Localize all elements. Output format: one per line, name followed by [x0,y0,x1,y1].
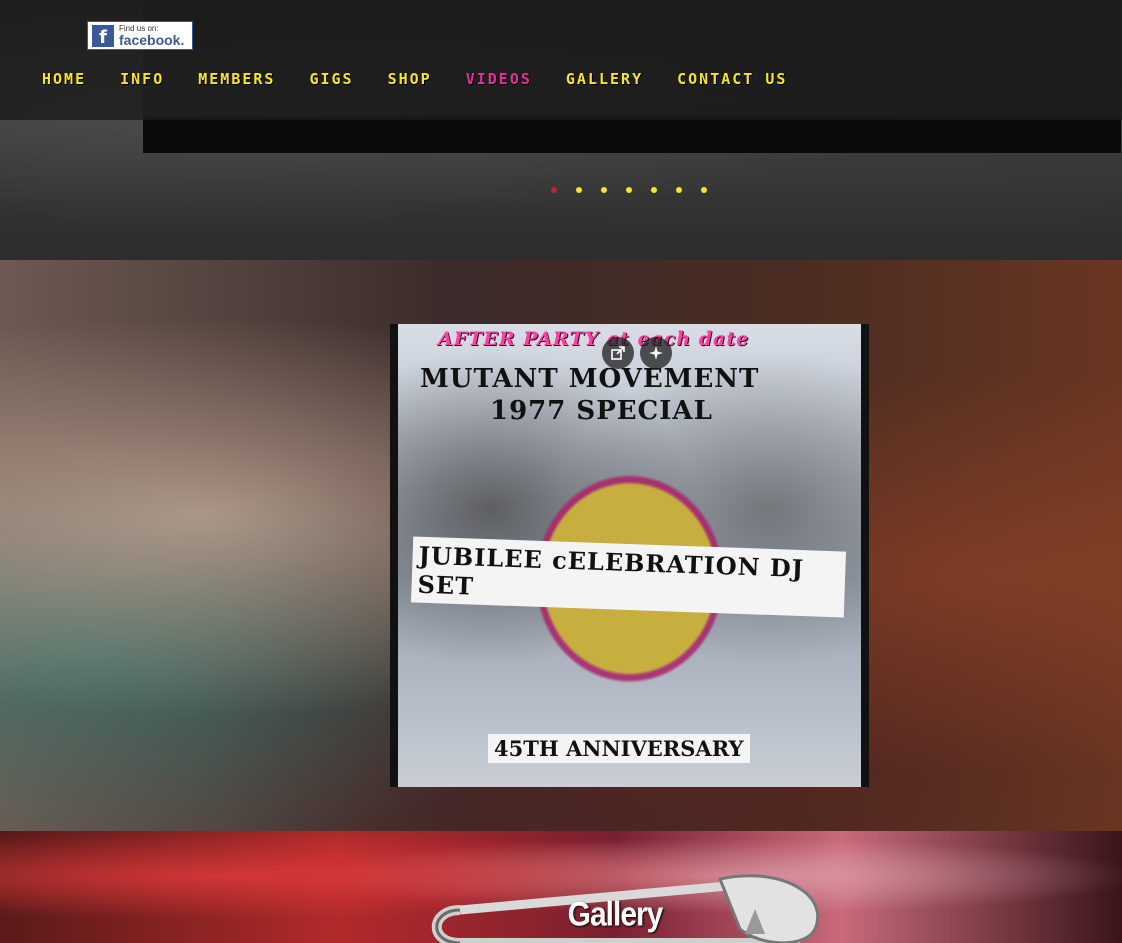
video-title-line-1: MUTANT MOVEMENT [420,364,760,394]
menu-item-videos[interactable]: Videos [466,68,532,90]
menu-item-gigs[interactable]: Gigs [309,68,353,90]
menu-item-contact-us[interactable]: Contact Us [677,68,787,90]
menu-item-members[interactable]: Members [198,68,275,90]
menu-item-home[interactable]: Home [42,68,86,90]
slideshow-dot[interactable] [576,187,582,193]
header-bar [0,0,1122,120]
slideshow-dot[interactable] [551,187,557,193]
menu-item-gallery[interactable]: Gallery [566,68,643,90]
facebook-badge[interactable]: f Find us on: facebook. [87,21,193,50]
main-menu: Home Info Members Gigs Shop Videos Galle… [42,68,821,90]
menu-item-info[interactable]: Info [120,68,164,90]
slideshow-dot[interactable] [626,187,632,193]
menu-item-shop[interactable]: Shop [388,68,432,90]
facebook-badge-wordmark: facebook. [119,31,185,48]
video-title-line-2: 1977 SPECIAL [490,396,713,426]
sparkle-icon[interactable] [640,337,672,369]
slideshow-dots [551,187,707,193]
slideshow-dot[interactable] [676,187,682,193]
slideshow-dot[interactable] [601,187,607,193]
facebook-icon: f [92,24,114,47]
video-after-party-text: AFTER PARTY at each date [438,328,750,350]
video-anniversary-text: 45TH ANNIVERSARY [488,734,750,763]
share-icon[interactable] [602,337,634,369]
video-banner-text: JUBILEE cELEBRATION DJ SET [410,536,847,618]
slideshow-dot[interactable] [651,187,657,193]
slideshow-dot[interactable] [701,187,707,193]
video-thumbnail: AFTER PARTY at each date MUTANT MOVEMENT… [398,324,861,787]
video-player[interactable]: AFTER PARTY at each date MUTANT MOVEMENT… [390,324,869,787]
gallery-section-title: Gallery [567,895,664,934]
